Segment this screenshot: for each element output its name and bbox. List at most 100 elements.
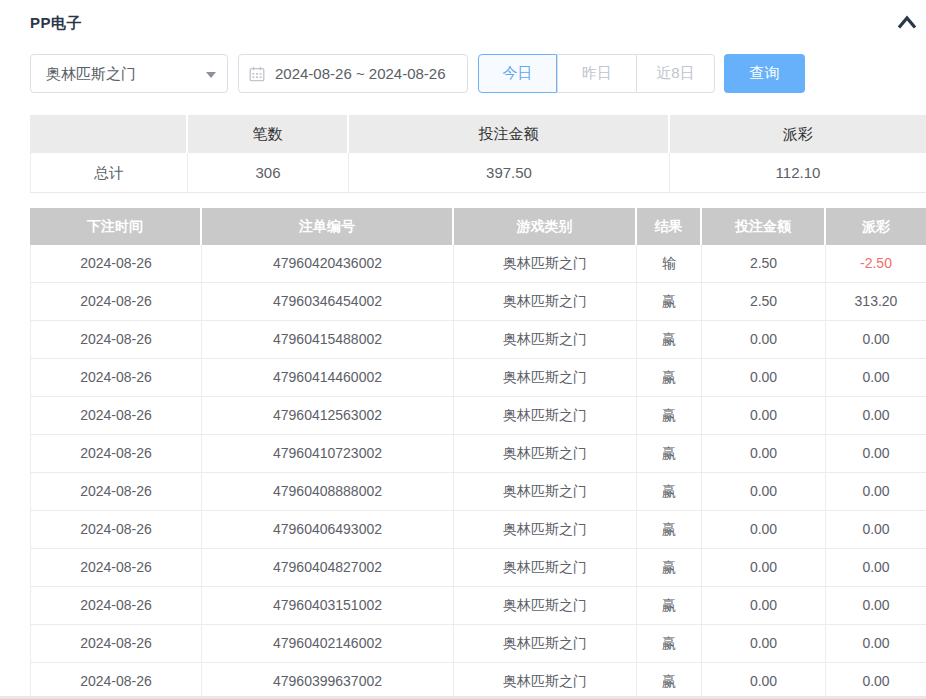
summary-total-count: 306 — [188, 153, 349, 192]
cell-bet: 0.00 — [702, 397, 826, 434]
chevron-up-icon — [897, 15, 917, 30]
cell-time: 2024-08-26 — [31, 435, 202, 472]
yesterday-button[interactable]: 昨日 — [557, 54, 636, 93]
records-header-payout: 派彩 — [826, 208, 926, 245]
cell-time: 2024-08-26 — [31, 625, 202, 662]
cell-result: 赢 — [637, 625, 702, 662]
table-row: 2024-08-26 47960404827002 奥林匹斯之门 赢 0.00 … — [30, 549, 926, 587]
cell-id: 47960408888002 — [202, 473, 454, 510]
table-row: 2024-08-26 47960412563002 奥林匹斯之门 赢 0.00 … — [30, 397, 926, 435]
cell-payout: 0.00 — [826, 511, 926, 548]
cell-bet: 0.00 — [702, 663, 826, 699]
cell-result: 赢 — [637, 397, 702, 434]
cell-result: 赢 — [637, 359, 702, 396]
cell-id: 47960410723002 — [202, 435, 454, 472]
cell-time: 2024-08-26 — [31, 359, 202, 396]
cell-payout: 0.00 — [826, 359, 926, 396]
game-select[interactable]: 奥林匹斯之门 — [30, 54, 228, 93]
cell-payout: -2.50 — [826, 245, 926, 282]
game-select-value: 奥林匹斯之门 — [46, 55, 136, 92]
table-row: 2024-08-26 47960420436002 奥林匹斯之门 输 2.50 … — [30, 245, 926, 283]
cell-id: 47960414460002 — [202, 359, 454, 396]
summary-total-row: 总计 306 397.50 112.10 — [30, 153, 926, 193]
cell-payout: 0.00 — [826, 397, 926, 434]
summary-header-empty — [30, 115, 188, 153]
table-row: 2024-08-26 47960406493002 奥林匹斯之门 赢 0.00 … — [30, 511, 926, 549]
today-button[interactable]: 今日 — [478, 54, 557, 93]
summary-total-bet-amount: 397.50 — [349, 153, 670, 192]
cell-game: 奥林匹斯之门 — [454, 283, 637, 320]
summary-total-label: 总计 — [31, 153, 188, 192]
cell-payout: 0.00 — [826, 473, 926, 510]
cell-bet: 0.00 — [702, 435, 826, 472]
cell-payout: 0.00 — [826, 549, 926, 586]
records-header-bet: 投注金额 — [702, 208, 826, 245]
summary-header-bet-amount: 投注金额 — [349, 115, 670, 153]
caret-down-icon — [206, 72, 216, 78]
cell-time: 2024-08-26 — [31, 321, 202, 358]
cell-bet: 0.00 — [702, 587, 826, 624]
cell-game: 奥林匹斯之门 — [454, 511, 637, 548]
cell-id: 47960402146002 — [202, 625, 454, 662]
search-button[interactable]: 查询 — [724, 54, 805, 93]
table-row: 2024-08-26 47960346454002 奥林匹斯之门 赢 2.50 … — [30, 283, 926, 321]
cell-time: 2024-08-26 — [31, 473, 202, 510]
cell-time: 2024-08-26 — [31, 245, 202, 282]
summary-table: 笔数 投注金额 派彩 总计 306 397.50 112.10 — [30, 115, 926, 193]
table-row: 2024-08-26 47960408888002 奥林匹斯之门 赢 0.00 … — [30, 473, 926, 511]
cell-time: 2024-08-26 — [31, 663, 202, 699]
cell-payout: 0.00 — [826, 663, 926, 699]
table-row: 2024-08-26 47960402146002 奥林匹斯之门 赢 0.00 … — [30, 625, 926, 663]
cell-payout: 313.20 — [826, 283, 926, 320]
collapse-button[interactable] — [895, 15, 919, 33]
cell-game: 奥林匹斯之门 — [454, 321, 637, 358]
filter-bar: 奥林匹斯之门 2024-08-26 ~ 2024-08-26 今日 昨日 近8日… — [30, 54, 805, 93]
cell-payout: 0.00 — [826, 625, 926, 662]
cell-result: 赢 — [637, 511, 702, 548]
table-row: 2024-08-26 47960415488002 奥林匹斯之门 赢 0.00 … — [30, 321, 926, 359]
cell-bet: 0.00 — [702, 625, 826, 662]
records-header-time: 下注时间 — [30, 208, 202, 245]
cell-id: 47960404827002 — [202, 549, 454, 586]
quick-range-group: 今日 昨日 近8日 — [478, 54, 715, 93]
cell-time: 2024-08-26 — [31, 549, 202, 586]
cell-bet: 0.00 — [702, 511, 826, 548]
cell-result: 输 — [637, 245, 702, 282]
cell-result: 赢 — [637, 473, 702, 510]
cell-game: 奥林匹斯之门 — [454, 549, 637, 586]
cell-time: 2024-08-26 — [31, 587, 202, 624]
cell-result: 赢 — [637, 663, 702, 699]
cell-bet: 2.50 — [702, 283, 826, 320]
cell-payout: 0.00 — [826, 587, 926, 624]
cell-bet: 0.00 — [702, 321, 826, 358]
cell-bet: 0.00 — [702, 473, 826, 510]
records-header-row: 下注时间 注单编号 游戏类别 结果 投注金额 派彩 — [30, 208, 926, 245]
cell-payout: 0.00 — [826, 321, 926, 358]
date-range-input[interactable]: 2024-08-26 ~ 2024-08-26 — [238, 54, 468, 93]
cell-result: 赢 — [637, 549, 702, 586]
summary-header-row: 笔数 投注金额 派彩 — [30, 115, 926, 153]
cell-id: 47960412563002 — [202, 397, 454, 434]
cell-id: 47960415488002 — [202, 321, 454, 358]
cell-game: 奥林匹斯之门 — [454, 663, 637, 699]
cell-time: 2024-08-26 — [31, 511, 202, 548]
cell-result: 赢 — [637, 587, 702, 624]
cell-result: 赢 — [637, 435, 702, 472]
cell-result: 赢 — [637, 283, 702, 320]
page-title: PP电子 — [30, 14, 82, 33]
table-row: 2024-08-26 47960399637002 奥林匹斯之门 赢 0.00 … — [30, 663, 926, 699]
last8days-button[interactable]: 近8日 — [636, 54, 715, 93]
calendar-icon — [249, 66, 265, 82]
records-table: 下注时间 注单编号 游戏类别 结果 投注金额 派彩 2024-08-26 479… — [30, 208, 926, 699]
cell-result: 赢 — [637, 321, 702, 358]
table-row: 2024-08-26 47960414460002 奥林匹斯之门 赢 0.00 … — [30, 359, 926, 397]
cell-bet: 2.50 — [702, 245, 826, 282]
cell-bet: 0.00 — [702, 359, 826, 396]
cell-time: 2024-08-26 — [31, 397, 202, 434]
cell-game: 奥林匹斯之门 — [454, 397, 637, 434]
cell-id: 47960346454002 — [202, 283, 454, 320]
cell-payout: 0.00 — [826, 435, 926, 472]
table-row: 2024-08-26 47960410723002 奥林匹斯之门 赢 0.00 … — [30, 435, 926, 473]
cell-id: 47960406493002 — [202, 511, 454, 548]
records-header-result: 结果 — [637, 208, 702, 245]
